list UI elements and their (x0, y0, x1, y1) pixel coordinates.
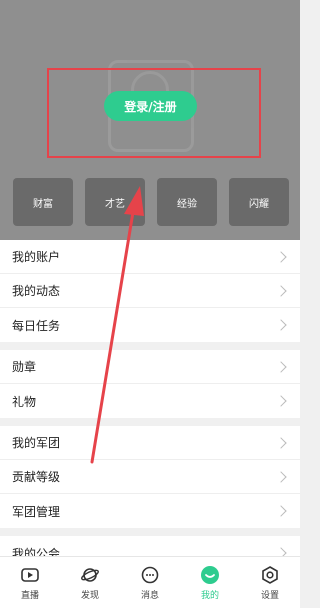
tile-experience[interactable]: 经验 (157, 178, 217, 226)
tile-talent[interactable]: 才艺 (85, 178, 145, 226)
video-icon (21, 567, 39, 582)
chevron-right-icon (275, 360, 287, 373)
hexagon-settings-icon (262, 565, 278, 584)
tab-label: 设置 (260, 590, 279, 601)
menu-item-label: 礼物 (12, 394, 37, 409)
chevron-right-icon (275, 436, 287, 449)
menu-item-label: 我的账户 (12, 250, 61, 264)
menu-section-account: 我的账户 我的动态 每日任务 (0, 240, 300, 342)
menu-item-label: 贡献等级 (12, 470, 61, 484)
chevron-right-icon (275, 470, 287, 483)
menu-item-my-legion[interactable]: 我的军团 (0, 426, 300, 460)
annotation-highlight-box (47, 68, 261, 158)
stats-tiles: 财富 才艺 经验 闪耀 (0, 178, 300, 228)
menu-item-my-account[interactable]: 我的账户 (0, 240, 300, 274)
bottom-tab-bar: 直播 发现 消息 我的 设置 (0, 556, 300, 608)
tab-messages[interactable]: 消息 (120, 557, 180, 608)
tab-mine[interactable]: 我的 (180, 557, 240, 608)
menu-item-label: 军团管理 (12, 504, 61, 519)
tab-label: 我的 (200, 590, 219, 601)
menu-item-label: 我的动态 (12, 284, 61, 298)
tile-wealth[interactable]: 财富 (13, 178, 73, 226)
smile-icon (201, 565, 219, 584)
menu-item-legion-management[interactable]: 军团管理 (0, 494, 300, 528)
tab-label: 直播 (20, 590, 39, 601)
menu-item-label: 勋章 (12, 360, 37, 374)
tile-label: 经验 (177, 198, 197, 210)
tab-label: 发现 (80, 590, 99, 601)
menu-item-daily-tasks[interactable]: 每日任务 (0, 308, 300, 342)
tab-discover[interactable]: 发现 (60, 557, 120, 608)
chevron-right-icon (275, 395, 287, 407)
planet-icon (81, 567, 99, 582)
menu-section-legion: 我的军团 贡献等级 军团管理 (0, 426, 300, 528)
tab-label: 消息 (140, 590, 159, 601)
profile-header: 登录/注册 财富 才艺 经验 闪耀 (0, 0, 300, 240)
menu-item-label: 每日任务 (12, 318, 61, 333)
menu-item-my-posts[interactable]: 我的动态 (0, 274, 300, 308)
tab-settings[interactable]: 设置 (240, 557, 300, 608)
menu-item-gifts[interactable]: 礼物 (0, 384, 300, 418)
tile-label: 财富 (33, 198, 53, 210)
chevron-right-icon (275, 505, 287, 517)
menu-item-label: 我的军团 (12, 436, 61, 450)
chevron-right-icon (275, 250, 287, 263)
tile-label: 才艺 (105, 198, 125, 210)
menu-section-rewards: 勋章 礼物 (0, 350, 300, 418)
menu-item-badges[interactable]: 勋章 (0, 350, 300, 384)
tab-live[interactable]: 直播 (0, 557, 60, 608)
chat-icon (141, 566, 159, 583)
chevron-right-icon (275, 284, 287, 297)
menu-item-contribution-level[interactable]: 贡献等级 (0, 460, 300, 494)
tile-shine[interactable]: 闪耀 (229, 178, 289, 226)
tile-label: 闪耀 (249, 198, 269, 210)
chevron-right-icon (275, 319, 287, 331)
